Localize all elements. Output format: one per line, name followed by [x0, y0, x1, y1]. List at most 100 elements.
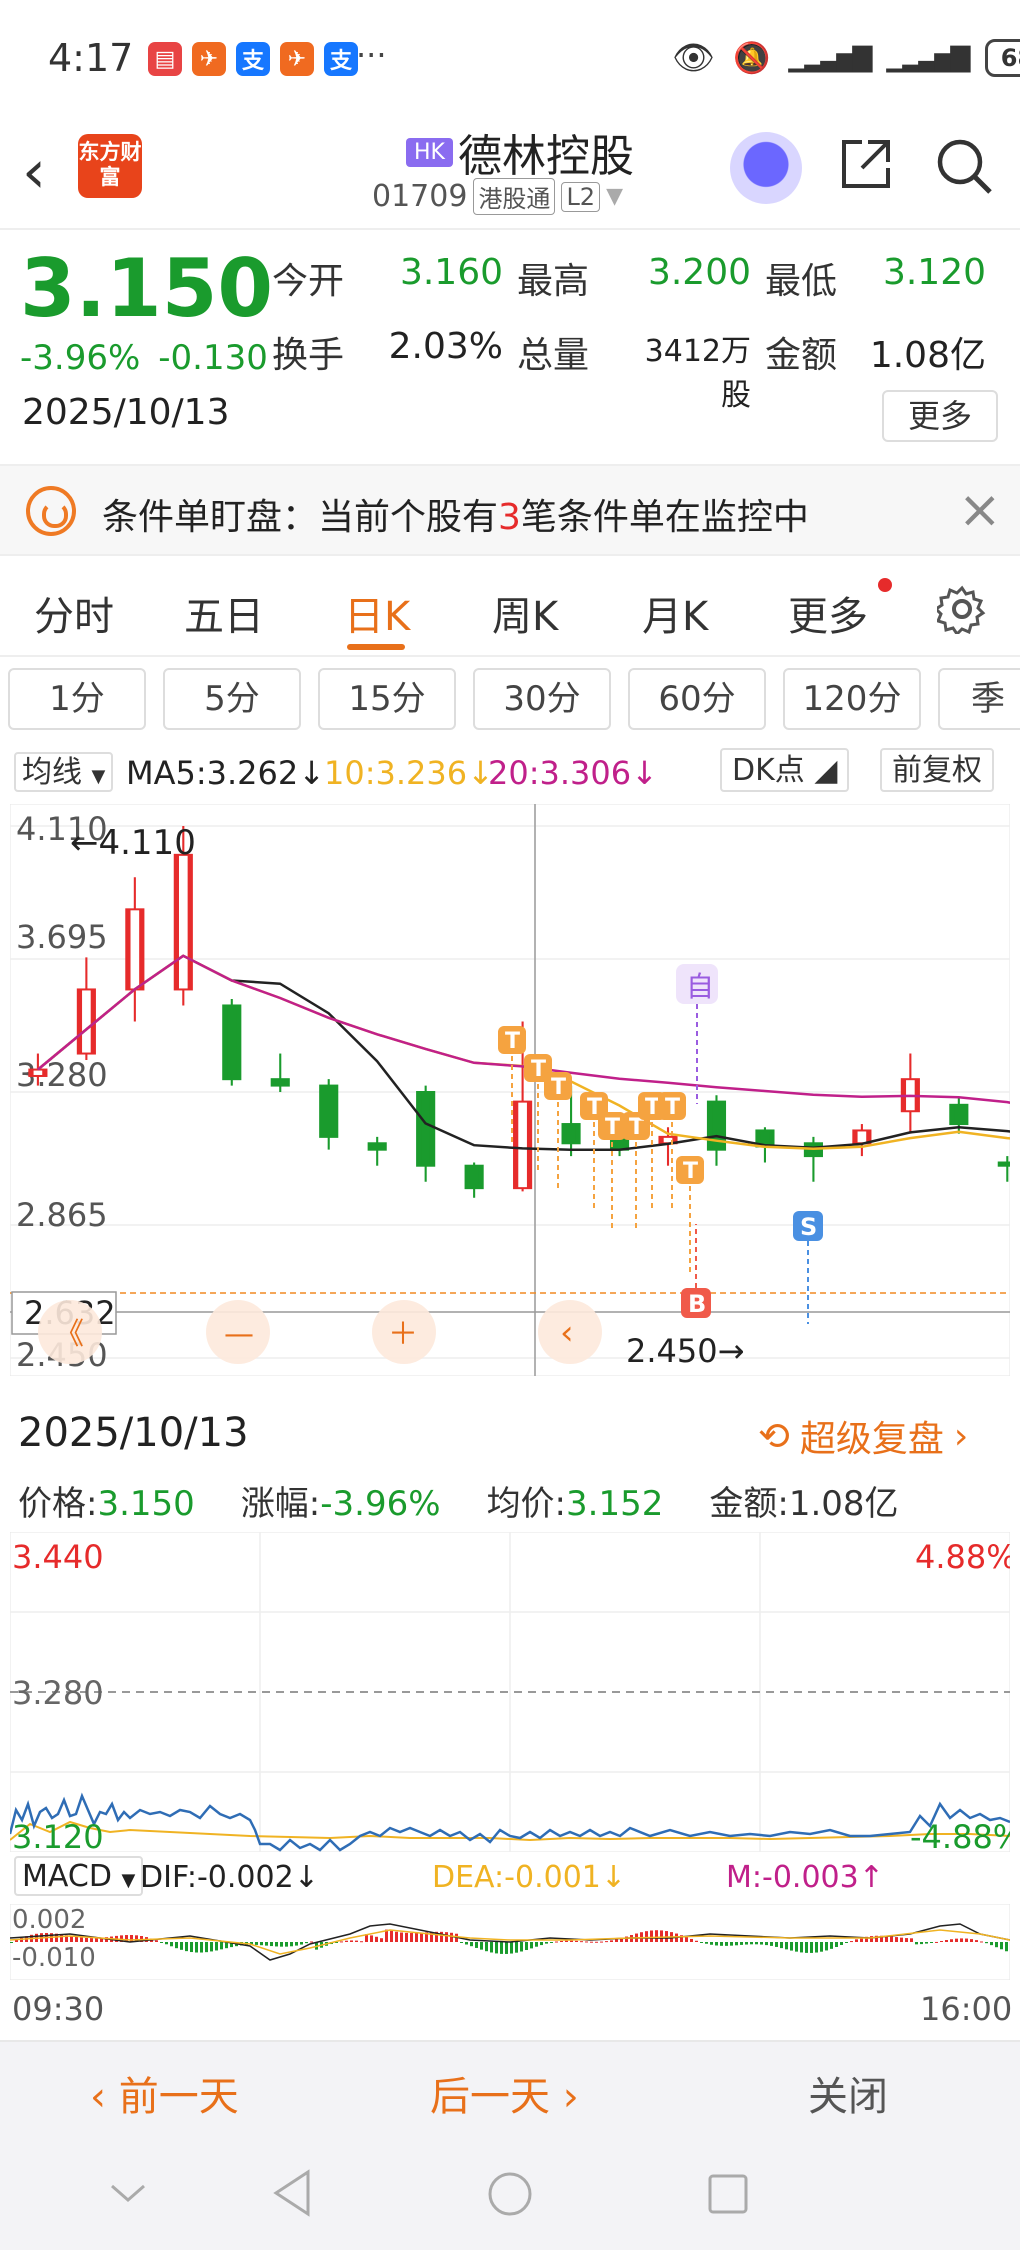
info-pct-label: 涨幅:	[240, 1484, 321, 1524]
chevron-right-icon: ›	[953, 1415, 969, 1457]
ts-bot-left: 3.120	[12, 1818, 104, 1852]
condition-order-banner[interactable]: 条件单盯盘：当前个股有3笔条件单在监控中 ×	[0, 464, 1020, 556]
macd-select[interactable]: MACD ▼	[14, 1856, 144, 1896]
gear-icon[interactable]	[937, 584, 987, 634]
macd-bar	[990, 1942, 993, 1946]
super-replay-button[interactable]: ⟲ 超级复盘 ›	[758, 1410, 968, 1462]
macd-bar	[565, 1940, 568, 1942]
macd-bar	[85, 1937, 88, 1942]
period-15min[interactable]: 15分	[318, 668, 456, 730]
zoom-out-icon[interactable]: —	[224, 1317, 254, 1352]
period-5min[interactable]: 5分	[163, 668, 301, 730]
stat-label: 换手	[272, 335, 345, 376]
share-icon[interactable]	[838, 136, 894, 192]
macd-bar	[720, 1942, 723, 1946]
dropdown-icon[interactable]: ▼	[606, 184, 623, 209]
tab-more[interactable]: 更多	[788, 584, 868, 642]
status-bar: 4:17 ▤ ✈ 支 ✈ 支 ··· 👁 🔕 ▁▂▃▅▇ ▁▂▃▅▇ 68	[0, 0, 1020, 120]
ts-bot-right: -4.88%	[910, 1818, 1010, 1852]
notification-app-icon: ✈	[192, 42, 226, 76]
scroll-left-icon[interactable]: ‹	[560, 1313, 574, 1353]
home-nav-icon[interactable]	[486, 2170, 534, 2218]
macd-bar	[590, 1941, 593, 1943]
ai-assistant-icon[interactable]	[730, 132, 802, 204]
macd-bar	[935, 1941, 938, 1943]
info-avg-label: 均价:	[486, 1484, 567, 1524]
macd-bar	[375, 1936, 378, 1942]
period-120min[interactable]: 120分	[783, 668, 921, 730]
alipay-icon: 支	[324, 42, 358, 76]
stat-value: 3.120	[882, 252, 986, 293]
tab-five-day[interactable]: 五日	[184, 584, 264, 642]
quote-date: 2025/10/13	[22, 392, 230, 433]
tab-daily-k[interactable]: 日K	[344, 584, 410, 642]
tab-weekly-k[interactable]: 周K	[492, 584, 558, 642]
close-button[interactable]: 关闭	[808, 2064, 888, 2122]
period-60min[interactable]: 60分	[628, 668, 766, 730]
tab-intraday[interactable]: 分时	[34, 584, 114, 642]
macd-bar	[420, 1932, 423, 1942]
recents-nav-icon[interactable]	[706, 2172, 750, 2216]
macd-bar	[690, 1938, 693, 1942]
time-end: 16:00	[920, 1990, 1013, 2028]
macd-bar	[950, 1939, 953, 1942]
macd-dea: DEA:-0.001↓	[432, 1860, 627, 1895]
macd-bar	[770, 1942, 773, 1946]
close-icon[interactable]: ×	[958, 480, 1002, 540]
ma-select[interactable]: 均线 ▼	[14, 752, 114, 792]
logo-text: 东方财富	[78, 140, 142, 189]
zoom-left-icon[interactable]: 《	[54, 1317, 84, 1352]
macd-bar	[350, 1940, 353, 1942]
macd-bar	[595, 1941, 598, 1943]
macd-chart[interactable]: 0.002 -0.010	[10, 1904, 1010, 1980]
t-tag: T	[645, 1095, 660, 1120]
macd-bar	[130, 1934, 133, 1942]
macd-bar	[290, 1942, 293, 1947]
macd-bar	[175, 1942, 178, 1949]
new-badge	[878, 578, 892, 592]
prev-day-button[interactable]: ‹ 前一天	[90, 2064, 239, 2122]
tab-monthly-k[interactable]: 月K	[642, 584, 708, 642]
change-amount: -0.130	[158, 338, 268, 378]
search-icon[interactable]	[934, 136, 994, 196]
replay-label: 超级复盘	[799, 1419, 944, 1460]
macd-bar	[295, 1942, 298, 1946]
zoom-in-icon[interactable]: ＋	[388, 1317, 418, 1352]
macd-bar	[765, 1942, 768, 1946]
macd-bar	[445, 1932, 448, 1942]
active-tab-indicator	[347, 644, 405, 650]
ma5-value: MA5:3.262↓	[126, 754, 326, 792]
period-30min[interactable]: 30分	[473, 668, 611, 730]
macd-bar	[955, 1938, 958, 1942]
macd-bar	[810, 1942, 813, 1953]
macd-bar	[545, 1942, 548, 1944]
macd-bar	[735, 1942, 738, 1946]
macd-bar	[715, 1942, 718, 1946]
more-stats-button[interactable]: 更多	[882, 390, 998, 442]
system-nav-bar	[0, 2140, 1020, 2250]
monitor-icon	[26, 486, 76, 536]
candle	[28, 1068, 48, 1077]
info-pct-value: -3.96%	[320, 1484, 441, 1524]
macd-bar	[760, 1942, 763, 1945]
period-quarter[interactable]: 季	[938, 668, 1020, 730]
app-logo[interactable]: 东方财富	[78, 134, 142, 198]
t-tag: T	[665, 1095, 680, 1120]
macd-bar	[745, 1942, 748, 1945]
kline-chart[interactable]: 4.110 3.695 3.280 2.865 2.450 2.632 ←4.1…	[10, 804, 1010, 1376]
macd-bar	[985, 1942, 988, 1944]
period-1min[interactable]: 1分	[8, 668, 146, 730]
dk-point-button[interactable]: DK点 ◢	[720, 748, 850, 792]
back-icon[interactable]: ‹	[22, 142, 46, 202]
macd-top-label: 0.002	[12, 1905, 86, 1935]
intraday-chart[interactable]: 3.440 4.88% 3.280 3.120 -4.88%	[10, 1532, 1010, 1852]
adjust-button[interactable]: 前复权	[880, 748, 994, 792]
y-tick-label: 3.695	[16, 918, 108, 956]
macd-bar	[755, 1942, 758, 1945]
macd-bar	[570, 1940, 573, 1942]
condition-text: 条件单盯盘：当前个股有3笔条件单在监控中	[102, 488, 809, 540]
collapse-icon[interactable]	[108, 2178, 148, 2208]
next-day-button[interactable]: 后一天 ›	[430, 2064, 579, 2122]
back-nav-icon[interactable]	[270, 2168, 314, 2218]
macd-bot-label: -0.010	[12, 1943, 96, 1973]
